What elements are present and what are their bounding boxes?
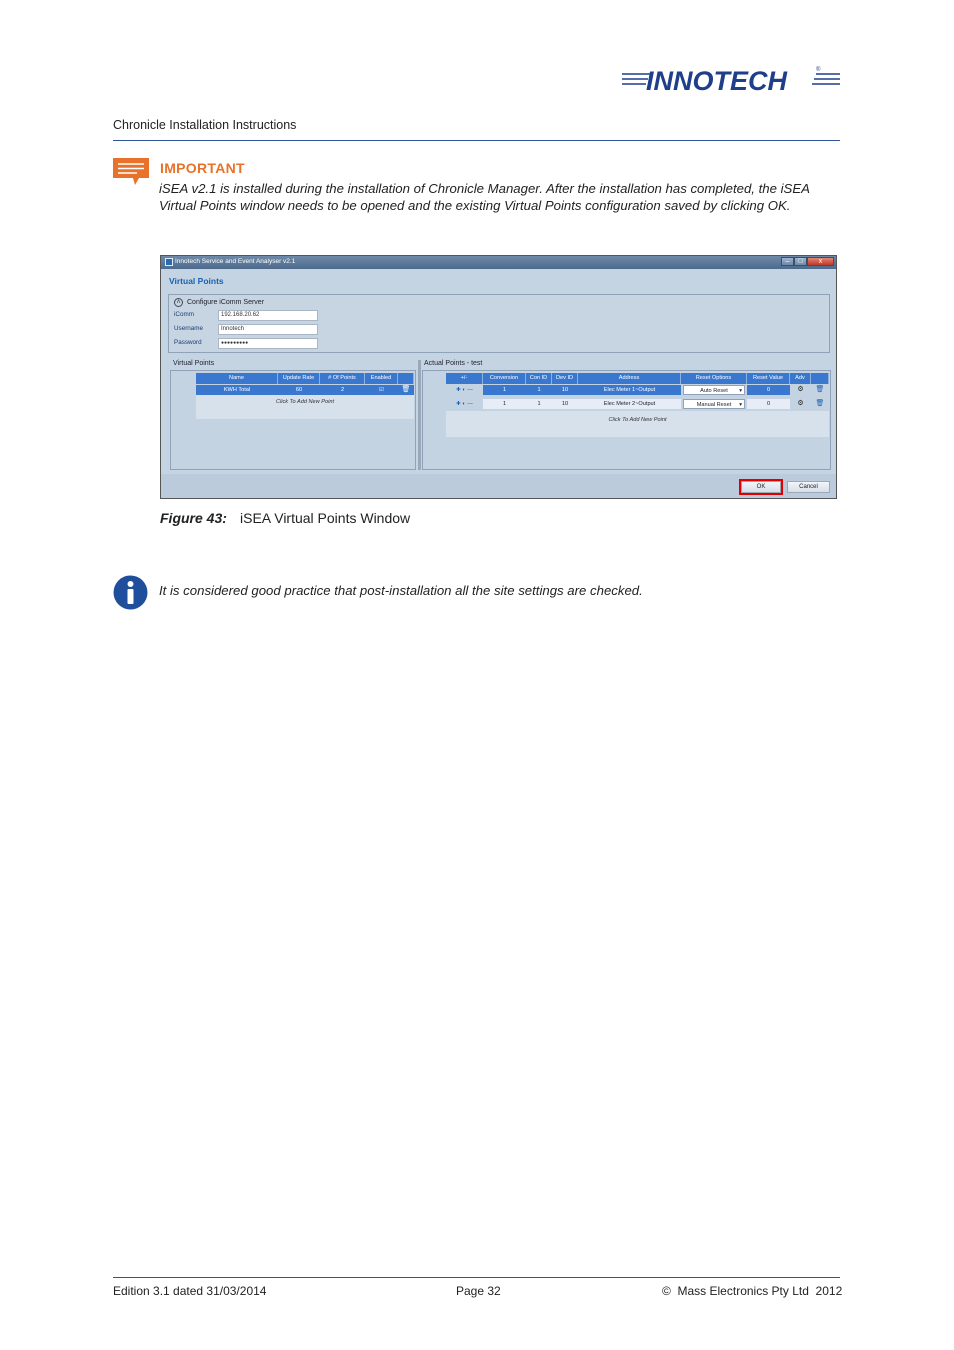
collapse-icon[interactable]: ˄ (174, 298, 183, 307)
svg-text:®: ® (816, 66, 821, 73)
reset-options-select[interactable]: Manual Reset ▾ (683, 399, 745, 409)
cell-conversion: 1 (483, 399, 526, 409)
figure-caption: iSEA Virtual Points Window (240, 510, 411, 526)
cell-dev-id: 10 (552, 399, 578, 409)
cell-conversion: 1 (483, 385, 526, 395)
trash-icon[interactable]: 🗑 (398, 385, 414, 395)
app-icon (165, 258, 173, 266)
column-header-address[interactable]: Address (578, 373, 681, 384)
trash-icon[interactable]: 🗑 (811, 385, 829, 395)
panel-splitter[interactable] (418, 360, 421, 470)
icomm-config-panel: ˄ Configure iComm Server iComm 192.168.2… (168, 294, 830, 353)
column-header-delete (398, 373, 414, 384)
table-row[interactable]: KWH Total 60 2 ☑ 🗑 (196, 385, 414, 395)
virtual-points-grid: Name Update Rate # Of Points Enabled KWH… (170, 370, 416, 470)
trash-icon[interactable]: 🗑 (811, 399, 829, 409)
add-new-point-link[interactable]: Click To Add New Point (446, 417, 829, 423)
cell-address: Elec Meter 1~Output (578, 385, 681, 395)
actual-points-grid: +/- Conversion Con ID Dev ID Address Res… (422, 370, 831, 470)
document-title: Chronicle Installation Instructions (113, 118, 297, 132)
cell-reset-value[interactable]: 0 (747, 385, 790, 395)
actual-points-panel: Actual Points - test +/- Conversion Con … (422, 360, 831, 470)
cell-dev-id: 10 (552, 385, 578, 395)
speech-bubble-icon (113, 158, 149, 185)
username-label: Username (174, 325, 204, 332)
footer-edition: Edition 3.1 dated 31/03/2014 (113, 1284, 267, 1298)
icomm-label: iComm (174, 311, 194, 318)
password-input[interactable]: ●●●●●●●●● (218, 338, 318, 349)
icomm-input[interactable]: 192.168.20.62 (218, 310, 318, 321)
cell-reset-value[interactable]: 0 (747, 399, 790, 409)
gear-icon[interactable]: ⚙ (790, 399, 811, 409)
column-header-delete (811, 373, 829, 384)
actual-points-caption: Actual Points - test (424, 360, 483, 367)
footer-page-number: Page 32 (456, 1284, 501, 1298)
column-header-reset-options[interactable]: Reset Options (681, 373, 747, 384)
cell-name: KWH Total (223, 387, 251, 393)
column-header-enabled[interactable]: Enabled (365, 373, 398, 384)
reset-options-select[interactable]: Auto Reset ▾ (683, 385, 745, 395)
column-header-update-rate[interactable]: Update Rate (278, 373, 320, 384)
innotech-logo: INNOTECH ® (622, 66, 840, 96)
column-header-points[interactable]: # Of Points (320, 373, 365, 384)
gear-icon[interactable]: ⚙ (790, 385, 811, 395)
minimize-icon[interactable]: – (781, 257, 794, 266)
dropdown-arrow-icon: ▾ (739, 388, 742, 394)
cell-con-id: 1 (526, 399, 552, 409)
row-header-spacer (172, 373, 196, 384)
column-header-adv[interactable]: Adv (790, 373, 811, 384)
column-header-con-id[interactable]: Con ID (526, 373, 552, 384)
username-input[interactable]: Innotech (218, 324, 318, 335)
column-header-reset-value[interactable]: Reset Value (747, 373, 790, 384)
info-icon (113, 575, 148, 610)
important-title: IMPORTANT (160, 160, 245, 176)
dialog-button-bar (161, 474, 836, 498)
add-new-point-link[interactable]: Click To Add New Point (196, 399, 414, 405)
icomm-config-heading: Configure iComm Server (187, 299, 265, 306)
svg-text:INNOTECH: INNOTECH (646, 66, 788, 96)
cancel-button[interactable]: Cancel (787, 481, 830, 493)
isea-window-screenshot: Innotech Service and Event Analyser v2.1… (160, 255, 837, 499)
reset-option-value: Manual Reset (696, 402, 732, 408)
important-text: iSEA v2.1 is installed during the instal… (159, 181, 810, 213)
virtual-points-panel: Virtual Points Name Update Rate # Of Poi… (168, 360, 417, 470)
info-note-text: It is considered good practice that post… (159, 583, 643, 598)
table-row[interactable]: ✚ ◐ — 1 1 10 Elec Meter 2~Output Manual … (446, 399, 829, 409)
cell-points: 2 (340, 387, 345, 393)
figure-label: Figure 43: (160, 510, 227, 526)
cell-address: Elec Meter 2~Output (578, 399, 681, 409)
dropdown-arrow-icon: ▾ (739, 402, 742, 408)
virtual-points-heading: Virtual Points (169, 276, 224, 286)
table-row[interactable]: ✚ ◐ — 1 1 10 Elec Meter 1~Output Auto Re… (446, 385, 829, 395)
column-header-dev-id[interactable]: Dev ID (552, 373, 578, 384)
header-divider (113, 140, 840, 141)
close-icon[interactable]: x (807, 257, 834, 266)
add-remove-toggle-icon[interactable]: ✚ ◐ — (446, 385, 483, 395)
cell-con-id: 1 (526, 385, 552, 395)
column-header-name[interactable]: Name (196, 373, 278, 384)
row-header-spacer (424, 373, 446, 384)
virtual-points-caption: Virtual Points (173, 360, 215, 367)
cell-update-rate: 60 (295, 387, 303, 393)
ok-button-highlight (739, 479, 783, 495)
add-row-area (446, 411, 829, 437)
password-label: Password (174, 339, 202, 346)
add-remove-toggle-icon[interactable]: ✚ ◐ — (446, 399, 483, 409)
maximize-icon[interactable]: □ (794, 257, 807, 266)
column-header-plus-minus[interactable]: +/- (446, 373, 483, 384)
footer-copyright: © Mass Electronics Pty Ltd 2012 (662, 1284, 843, 1298)
window-title: Innotech Service and Event Analyser v2.1 (175, 258, 296, 265)
window-titlebar: Innotech Service and Event Analyser v2.1… (161, 256, 836, 269)
column-header-conversion[interactable]: Conversion (483, 373, 526, 384)
enabled-checkbox[interactable]: ☑ (365, 385, 398, 395)
footer-divider (113, 1277, 840, 1278)
reset-option-value: Auto Reset (700, 388, 728, 394)
